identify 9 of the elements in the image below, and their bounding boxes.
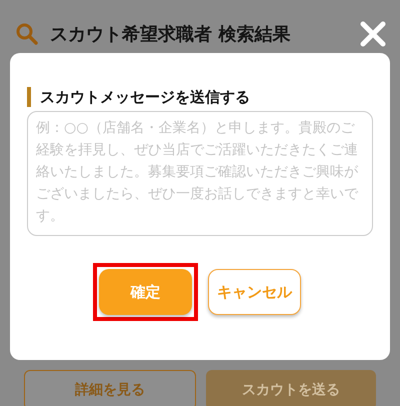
page-title: スカウト希望求職者 検索結果 — [50, 22, 290, 46]
confirm-button[interactable]: 確定 — [99, 269, 192, 315]
message-field[interactable]: 例：○○（店舗名・企業名）と申します。貴殿のご経験を拝見し、ぜひ当店でご活躍いただきたくご連絡いたしました。募集要項ご確認いただきご興味がございましたら、ぜひ一度お話しできますと幸いです。 — [27, 111, 373, 236]
close-icon[interactable] — [360, 21, 386, 47]
scout-button[interactable]: スカウトを送る — [206, 370, 376, 406]
section-heading: スカウトメッセージを送信する — [27, 87, 373, 107]
cancel-button[interactable]: キャンセル — [208, 269, 301, 315]
details-button[interactable]: 詳細を見る — [24, 370, 196, 406]
search-icon — [16, 23, 38, 45]
